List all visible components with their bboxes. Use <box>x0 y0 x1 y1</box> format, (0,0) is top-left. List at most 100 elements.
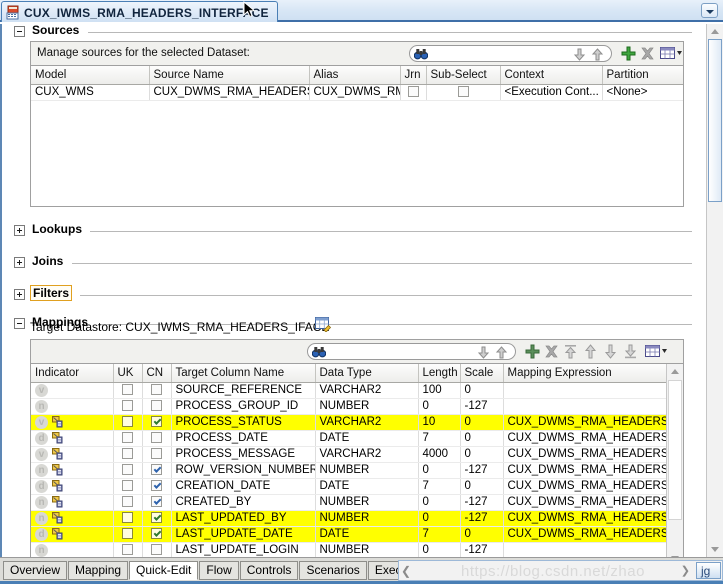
sources-search-box[interactable] <box>409 45 612 62</box>
mapping-cell-length[interactable]: 10 <box>418 414 461 431</box>
mapping-cell-mapping-expression[interactable]: CUX_DWMS_RMA_HEADERS_IF/ <box>503 494 667 511</box>
add-mapping-button[interactable] <box>525 344 540 362</box>
mapping-cell-mapping-expression[interactable]: CUX_DWMS_RMA_HEADERS_IF/ <box>503 414 667 431</box>
mapping-cell-cn[interactable] <box>142 446 172 463</box>
expand-toggle-filters-icon[interactable] <box>14 289 25 300</box>
mapping-cell-scale[interactable]: -127 <box>460 510 504 527</box>
cn-checkbox[interactable] <box>151 400 162 412</box>
mapping-cell-uk[interactable] <box>113 510 143 527</box>
cn-checkbox[interactable] <box>151 384 162 396</box>
mappings-col-target-column-name[interactable]: Target Column Name <box>171 364 316 383</box>
mapping-cell-data-type[interactable]: DATE <box>315 526 419 543</box>
source-cell-alias[interactable]: CUX_DWMS_RMA... <box>309 84 401 101</box>
mapping-cell-mapping-expression[interactable] <box>503 398 667 415</box>
mapping-cell-mapping-expression[interactable]: CUX_DWMS_RMA_HEADERS_IF/ <box>503 462 667 479</box>
move-down-button[interactable] <box>603 344 618 362</box>
uk-checkbox[interactable] <box>122 400 133 412</box>
expand-toggle-joins-icon[interactable] <box>14 257 25 268</box>
grid-options-button[interactable] <box>645 344 667 361</box>
bottom-tab-overview[interactable]: Overview <box>3 561 68 580</box>
mapping-cell-cn[interactable] <box>142 430 172 447</box>
expand-toggle-lookups-icon[interactable] <box>14 225 25 236</box>
cn-checkbox[interactable] <box>151 544 162 556</box>
document-tab-cux-iwms-rma-headers-interface[interactable]: CUX_IWMS_RMA_HEADERS_INTERFACE <box>1 1 278 22</box>
mappings-col-data-type[interactable]: Data Type <box>315 364 419 383</box>
scroll-thumb[interactable] <box>668 380 682 520</box>
mapping-cell-target-column-name[interactable]: SOURCE_REFERENCE <box>171 382 316 399</box>
mapping-cell-uk[interactable] <box>113 462 143 479</box>
bottom-tab-mapping[interactable]: Mapping <box>68 561 129 580</box>
move-top-button[interactable] <box>563 344 578 362</box>
sources-col-source-name[interactable]: Source Name <box>149 66 310 85</box>
table-row[interactable]: n LAST_UPDATED_BY NUMBER 0 -127 CUX_DWMS_RMA_… <box>31 510 667 527</box>
sources-col-model[interactable]: Model <box>31 66 150 85</box>
uk-checkbox[interactable] <box>122 496 133 508</box>
mapping-cell-uk[interactable] <box>113 382 143 399</box>
section-header-filters[interactable]: Filters <box>14 285 692 302</box>
scroll-left-icon[interactable]: ❮ <box>401 564 411 578</box>
page-vertical-scrollbar[interactable] <box>706 24 723 557</box>
uk-checkbox[interactable] <box>122 464 133 476</box>
mapping-cell-cn[interactable] <box>142 542 172 557</box>
scroll-up-button[interactable] <box>667 364 683 379</box>
mapping-cell-data-type[interactable]: VARCHAR2 <box>315 414 419 431</box>
mapping-cell-scale[interactable]: 0 <box>460 526 504 543</box>
horizontal-scroll-thumb[interactable]: jg <box>696 562 721 579</box>
mapping-cell-cn[interactable] <box>142 382 172 399</box>
mapping-cell-length[interactable]: 0 <box>418 494 461 511</box>
mapping-cell-cn[interactable] <box>142 398 172 415</box>
move-bottom-button[interactable] <box>623 344 638 362</box>
cn-checkbox[interactable] <box>151 464 162 476</box>
mapping-cell-mapping-expression[interactable] <box>503 382 667 399</box>
mapping-cell-uk[interactable] <box>113 446 143 463</box>
table-row[interactable]: d LAST_UPDATE_DATE DATE 7 0 CUX_DWMS_RMA_HEAD… <box>31 526 667 543</box>
mapping-cell-data-type[interactable]: VARCHAR2 <box>315 446 419 463</box>
mapping-cell-scale[interactable]: -127 <box>460 494 504 511</box>
chevron-down-icon[interactable] <box>701 3 718 18</box>
table-row[interactable]: d CREATION_DATEDATE70CUX_DWMS_RMA_HEADERS… <box>31 478 667 495</box>
mapping-cell-mapping-expression[interactable]: CUX_DWMS_RMA_HEADERS_IF/ <box>503 526 667 543</box>
mapping-cell-cn[interactable] <box>142 494 172 511</box>
mapping-cell-target-column-name[interactable]: CREATION_DATE <box>171 478 316 495</box>
mapping-cell-target-column-name[interactable]: CREATED_BY <box>171 494 316 511</box>
search-next-icon[interactable] <box>573 48 586 61</box>
mapping-cell-scale[interactable]: -127 <box>460 462 504 479</box>
mapping-cell-length[interactable]: 7 <box>418 478 461 495</box>
mappings-col-length[interactable]: Length <box>418 364 461 383</box>
mapping-cell-length[interactable]: 0 <box>418 462 461 479</box>
sub-select-checkbox[interactable] <box>457 86 469 98</box>
table-row[interactable]: v PROCESS_STATUS VARCHAR2 10 0 CUX_DWMS_RMA_H… <box>31 414 667 431</box>
search-prev-icon[interactable] <box>495 346 508 359</box>
cn-checkbox[interactable] <box>151 496 162 508</box>
mapping-cell-length[interactable]: 7 <box>418 526 461 543</box>
uk-checkbox[interactable] <box>122 432 133 444</box>
mapping-cell-length[interactable]: 7 <box>418 430 461 447</box>
section-header-sources[interactable]: Sources <box>14 24 692 39</box>
mapping-cell-scale[interactable]: 0 <box>460 430 504 447</box>
sources-search-input[interactable] <box>431 46 571 61</box>
mapping-cell-scale[interactable]: -127 <box>460 398 504 415</box>
mapping-cell-cn[interactable] <box>142 526 172 543</box>
uk-checkbox[interactable] <box>122 528 133 540</box>
source-cell-jrn[interactable] <box>400 84 427 101</box>
section-header-joins[interactable]: Joins <box>14 254 692 270</box>
collapse-toggle-mappings-icon[interactable] <box>14 318 25 329</box>
mapping-cell-target-column-name[interactable]: PROCESS_STATUS <box>171 414 316 431</box>
mapping-cell-data-type[interactable]: DATE <box>315 430 419 447</box>
horizontal-scrollbar[interactable]: ❮ https://blog.csdn.net/zhao ❯ jg <box>398 560 723 581</box>
mapping-cell-mapping-expression[interactable] <box>503 542 667 557</box>
mapping-cell-target-column-name[interactable]: PROCESS_GROUP_ID <box>171 398 316 415</box>
mapping-cell-length[interactable]: 0 <box>418 510 461 527</box>
mapping-cell-data-type[interactable]: NUMBER <box>315 542 419 557</box>
mappings-col-indicator[interactable]: Indicator <box>31 364 114 383</box>
mappings-col-uk[interactable]: UK <box>113 364 143 383</box>
search-prev-icon[interactable] <box>591 48 604 61</box>
section-header-lookups[interactable]: Lookups <box>14 222 692 238</box>
mapping-cell-scale[interactable]: 0 <box>460 446 504 463</box>
mapping-cell-length[interactable]: 0 <box>418 542 461 557</box>
sources-col-context[interactable]: Context <box>500 66 603 85</box>
bottom-tab-scenarios[interactable]: Scenarios <box>299 561 367 580</box>
mapping-cell-mapping-expression[interactable]: CUX_DWMS_RMA_HEADERS_IF/ <box>503 510 667 527</box>
mapping-cell-mapping-expression[interactable]: CUX_DWMS_RMA_HEADERS_IF/ <box>503 430 667 447</box>
cn-checkbox[interactable] <box>151 432 162 444</box>
